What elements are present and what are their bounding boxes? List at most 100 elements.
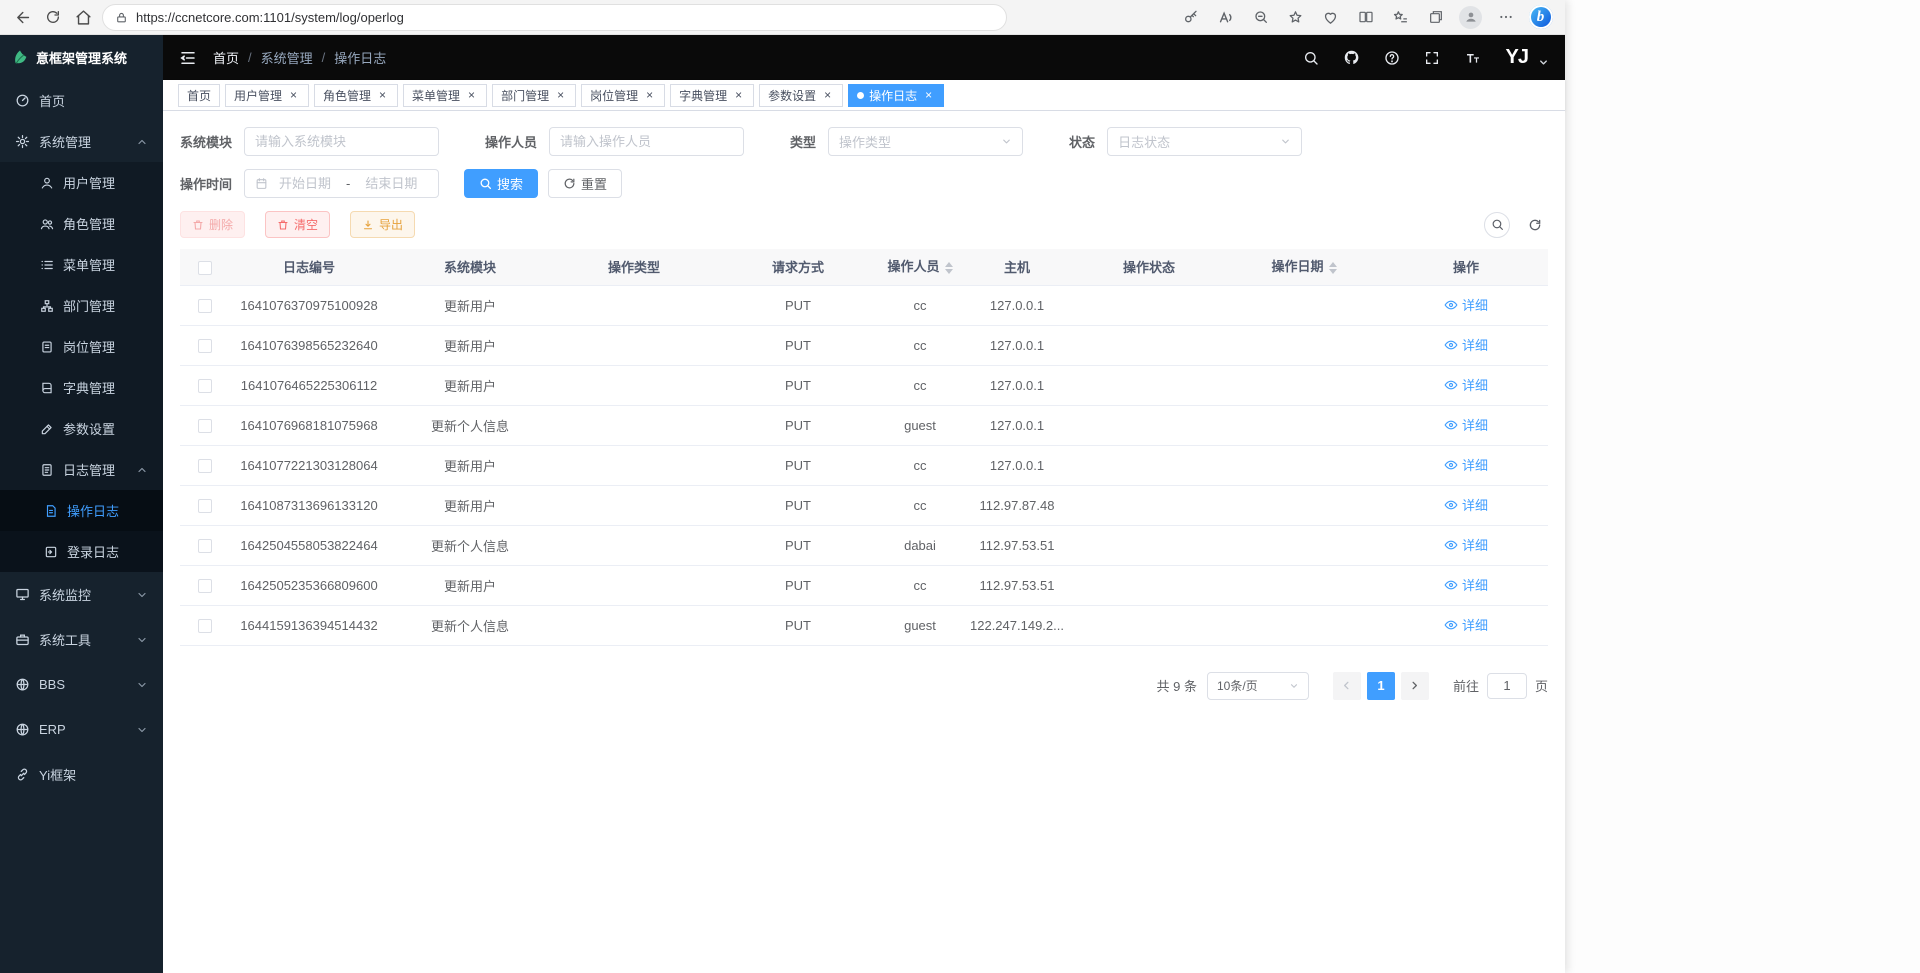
- sidebar-item-post[interactable]: 岗位管理: [0, 326, 163, 367]
- back-button[interactable]: [8, 3, 38, 31]
- detail-link[interactable]: 详细: [1444, 615, 1488, 634]
- tab-user[interactable]: 用户管理: [225, 84, 309, 107]
- next-page-button[interactable]: [1401, 672, 1429, 700]
- row-checkbox[interactable]: [198, 299, 212, 313]
- detail-link[interactable]: 详细: [1444, 375, 1488, 394]
- sidebar-item-role[interactable]: 角色管理: [0, 203, 163, 244]
- row-checkbox[interactable]: [198, 619, 212, 633]
- sort-caret[interactable]: [1329, 258, 1337, 278]
- status-select[interactable]: 日志状态: [1107, 127, 1302, 156]
- breadcrumb-home[interactable]: 首页: [213, 48, 239, 67]
- tab-operlog[interactable]: 操作日志: [848, 84, 944, 107]
- row-checkbox[interactable]: [198, 539, 212, 553]
- goto-page-input[interactable]: [1487, 673, 1527, 699]
- tab-dict[interactable]: 字典管理: [670, 84, 754, 107]
- sidebar-item-system[interactable]: 系统管理: [0, 121, 163, 162]
- detail-link[interactable]: 详细: [1444, 575, 1488, 594]
- sidebar-item-home[interactable]: 首页: [0, 80, 163, 121]
- user-logo[interactable]: YJ: [1506, 46, 1528, 69]
- detail-link[interactable]: 详细: [1444, 415, 1488, 434]
- font-size-icon[interactable]: [1464, 50, 1482, 66]
- type-select[interactable]: 操作类型: [828, 127, 1023, 156]
- row-checkbox[interactable]: [198, 499, 212, 513]
- tab-home[interactable]: 首页: [178, 84, 220, 107]
- sidebar-item-user[interactable]: 用户管理: [0, 162, 163, 203]
- close-icon[interactable]: [465, 89, 478, 102]
- method-cell: PUT: [716, 365, 880, 405]
- settings-more-button[interactable]: [1489, 3, 1522, 31]
- date-range-picker[interactable]: -: [244, 169, 439, 198]
- row-checkbox[interactable]: [198, 339, 212, 353]
- collections-button[interactable]: [1419, 3, 1452, 31]
- password-button[interactable]: [1174, 3, 1207, 31]
- row-checkbox[interactable]: [198, 579, 212, 593]
- show-search-button[interactable]: [1484, 212, 1510, 238]
- close-icon[interactable]: [821, 89, 834, 102]
- export-button[interactable]: 导出: [350, 211, 415, 238]
- module-input[interactable]: [255, 134, 428, 149]
- close-icon[interactable]: [732, 89, 745, 102]
- delete-button[interactable]: 删除: [180, 211, 245, 238]
- reset-button[interactable]: 重置: [548, 169, 622, 198]
- prev-page-button[interactable]: [1333, 672, 1361, 700]
- clear-button[interactable]: 清空: [265, 211, 330, 238]
- copilot-button[interactable]: b: [1524, 3, 1557, 31]
- help-icon[interactable]: [1384, 50, 1400, 66]
- sidebar-item-erp[interactable]: ERP: [0, 707, 163, 752]
- tab-post[interactable]: 岗位管理: [581, 84, 665, 107]
- sort-caret[interactable]: [945, 258, 953, 278]
- browser-essentials-button[interactable]: [1314, 3, 1347, 31]
- sidebar-item-tools[interactable]: 系统工具: [0, 617, 163, 662]
- page-number-1[interactable]: 1: [1367, 672, 1395, 700]
- refresh-table-button[interactable]: [1522, 212, 1548, 238]
- detail-link[interactable]: 详细: [1444, 495, 1488, 514]
- page-size-select[interactable]: 10条/页: [1207, 672, 1309, 700]
- date-end-input[interactable]: [360, 176, 422, 191]
- github-icon[interactable]: [1343, 49, 1360, 66]
- row-checkbox[interactable]: [198, 459, 212, 473]
- sidebar-item-param[interactable]: 参数设置: [0, 408, 163, 449]
- profile-button[interactable]: [1454, 3, 1487, 31]
- date-start-input[interactable]: [274, 176, 336, 191]
- operator-input[interactable]: [560, 134, 733, 149]
- address-bar[interactable]: https://ccnetcore.com:1101/system/log/op…: [102, 4, 1007, 31]
- detail-link[interactable]: 详细: [1444, 295, 1488, 314]
- search-button[interactable]: 搜索: [464, 169, 538, 198]
- fullscreen-icon[interactable]: [1424, 50, 1440, 66]
- close-icon[interactable]: [554, 89, 567, 102]
- close-icon[interactable]: [287, 89, 300, 102]
- menu-fold-icon[interactable]: [179, 49, 197, 67]
- detail-link[interactable]: 详细: [1444, 455, 1488, 474]
- favorites-bar-button[interactable]: [1384, 3, 1417, 31]
- app-logo[interactable]: 意框架管理系统: [0, 35, 163, 80]
- read-aloud-button[interactable]: [1209, 3, 1242, 31]
- row-checkbox[interactable]: [198, 419, 212, 433]
- close-icon[interactable]: [376, 89, 389, 102]
- close-icon[interactable]: [922, 89, 935, 102]
- tab-dept[interactable]: 部门管理: [492, 84, 576, 107]
- detail-link[interactable]: 详细: [1444, 335, 1488, 354]
- tab-param[interactable]: 参数设置: [759, 84, 843, 107]
- search-icon[interactable]: [1303, 50, 1319, 66]
- tab-role[interactable]: 角色管理: [314, 84, 398, 107]
- sidebar-item-yi[interactable]: Yi框架: [0, 752, 163, 797]
- refresh-button[interactable]: [38, 3, 68, 31]
- favorites-button[interactable]: [1279, 3, 1312, 31]
- sidebar-item-menu[interactable]: 菜单管理: [0, 244, 163, 285]
- detail-link[interactable]: 详细: [1444, 535, 1488, 554]
- zoom-button[interactable]: [1244, 3, 1277, 31]
- home-button[interactable]: [68, 3, 98, 31]
- sidebar-item-dept[interactable]: 部门管理: [0, 285, 163, 326]
- row-checkbox[interactable]: [198, 379, 212, 393]
- close-icon[interactable]: [643, 89, 656, 102]
- split-screen-button[interactable]: [1349, 3, 1382, 31]
- sidebar-item-dict[interactable]: 字典管理: [0, 367, 163, 408]
- sidebar-item-log[interactable]: 日志管理: [0, 449, 163, 490]
- tab-menu[interactable]: 菜单管理: [403, 84, 487, 107]
- sidebar-item-monitor[interactable]: 系统监控: [0, 572, 163, 617]
- sidebar-item-operlog[interactable]: 操作日志: [0, 490, 163, 531]
- sidebar-item-loginlog[interactable]: 登录日志: [0, 531, 163, 572]
- sidebar-item-bbs[interactable]: BBS: [0, 662, 163, 707]
- select-all-checkbox[interactable]: [198, 261, 212, 275]
- caret-down-icon[interactable]: [1538, 57, 1549, 68]
